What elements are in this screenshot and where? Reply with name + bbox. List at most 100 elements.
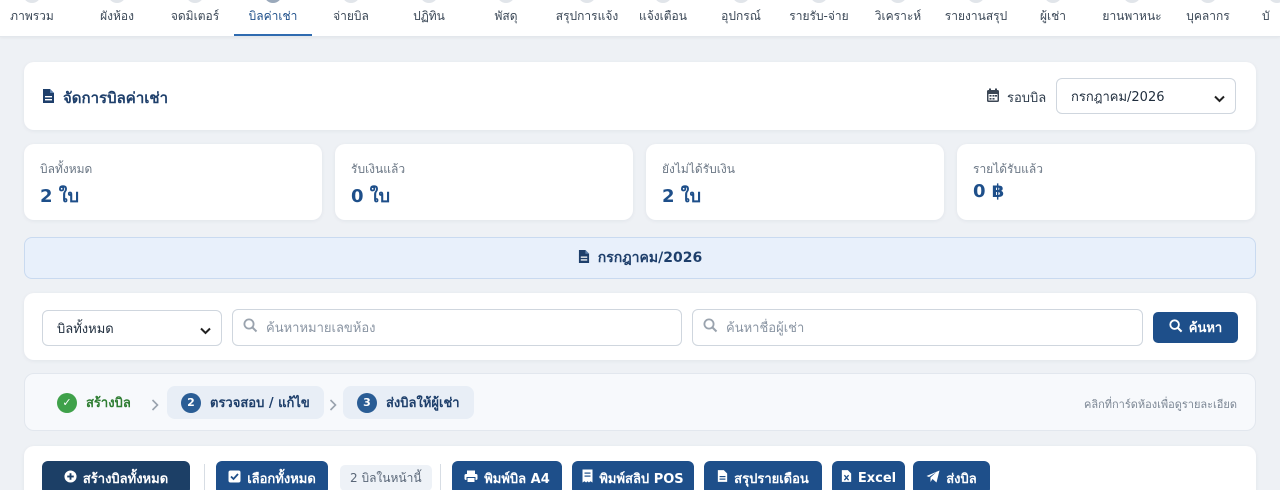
nav-tab-label: วิเคราะห์ — [874, 9, 922, 23]
stat-card-unpaid[interactable]: ยังไม่ได้รับเงิน 2 ใบ — [646, 144, 944, 220]
month-banner-text: กรกฎาคม/2026 — [597, 250, 703, 266]
stat-label: ยังไม่ได้รับเงิน — [662, 162, 735, 176]
bill-status-select[interactable]: บิลทั้งหมด — [42, 310, 222, 346]
select-all-label: เลือกทั้งหมด — [247, 471, 316, 487]
nav-tab-label: ผู้เช่า — [1039, 9, 1066, 23]
monthly-summary-label: สรุปรายเดือน — [734, 471, 809, 487]
nav-tab-label: ปฏิทิน — [413, 9, 445, 23]
stat-card-total-bills[interactable]: บิลทั้งหมด 2 ใบ — [24, 144, 322, 220]
plus-circle-icon — [64, 469, 77, 487]
send-bill-label: ส่งบิล — [946, 471, 977, 487]
stat-card-paid[interactable]: รับเงินแล้ว 0 ใบ — [335, 144, 633, 220]
stat-value: 0 ใบ — [351, 186, 391, 207]
step-number: 2 — [181, 392, 201, 413]
checkbox-icon — [228, 470, 241, 487]
nav-tab-pay-bill[interactable]: จ่ายบิล — [318, 0, 384, 36]
print-pos-slip-label: พิมพ์สลิป POS — [599, 471, 684, 487]
nav-tab-label: ภาพรวม — [10, 9, 54, 23]
print-a4-button[interactable]: พิมพ์บิล A4 — [452, 461, 562, 490]
chevron-down-icon — [200, 324, 211, 339]
top-nav: ภาพรวม ผังห้อง จดมิเตอร์ บิลค่าเช่า จ่าย… — [0, 0, 1280, 37]
room-search-placeholder: ค้นหาหมายเลขห้อง — [266, 321, 376, 336]
nav-tab-calendar[interactable]: ปฏิทิน — [396, 0, 462, 36]
stat-label: รับเงินแล้ว — [351, 162, 406, 176]
nav-tab-report-summary[interactable]: สรุปการแจ้ง — [548, 0, 626, 36]
nav-tab-vehicles[interactable]: ยานพาหนะ — [1096, 0, 1168, 36]
paper-plane-icon — [926, 470, 940, 487]
stat-value: 2 ใบ — [662, 186, 702, 207]
step-review-edit[interactable]: 2 ตรวจสอบ / แก้ไข — [167, 386, 324, 419]
billing-round-select[interactable]: กรกฎาคม/2026 — [1056, 78, 1236, 114]
nav-tab-label: รายงานสรุป — [944, 9, 1008, 23]
nav-tab-label: แจ้งเตือน — [639, 9, 687, 23]
search-icon — [703, 318, 718, 337]
divider — [440, 464, 441, 490]
stat-value: 0 ฿ — [973, 181, 1005, 202]
nav-tab-tenants[interactable]: ผู้เช่า — [1030, 0, 1076, 36]
nav-tab-equipment[interactable]: อุปกรณ์ — [710, 0, 772, 36]
stat-value: 2 ใบ — [40, 186, 80, 207]
step-label: สร้างบิล — [86, 396, 131, 411]
nav-tab-label: บิลค่าเช่า — [248, 9, 298, 23]
step-label: ส่งบิลให้ผู้เช่า — [386, 396, 460, 411]
nav-tab-parcels[interactable]: พัสดุ — [476, 0, 536, 36]
nav-tab-summary-report[interactable]: รายงานสรุป — [940, 0, 1012, 36]
check-icon: ✓ — [57, 392, 77, 413]
search-button-label: ค้นหา — [1188, 321, 1223, 336]
document-icon — [578, 249, 590, 268]
excel-export-button[interactable]: Excel — [832, 461, 905, 490]
billing-round-text: รอบบิล — [1007, 91, 1047, 106]
nav-tab-label: รายรับ-จ่าย — [789, 9, 849, 23]
steps-hint: คลิกที่การ์ดห้องเพื่อดูรายละเอียด — [1083, 398, 1237, 411]
filter-card: บิลทั้งหมด ค้นหาหมายเลขห้อง ค้นหาชื่อผู้… — [24, 293, 1256, 360]
select-all-button[interactable]: เลือกทั้งหมด — [216, 461, 328, 490]
document-icon — [42, 88, 55, 108]
step-create-bill[interactable]: ✓ สร้างบิล — [49, 386, 139, 419]
excel-export-label: Excel — [857, 470, 897, 486]
nav-tab-label: อุปกรณ์ — [721, 9, 761, 23]
nav-tab-analysis[interactable]: วิเคราะห์ — [866, 0, 930, 36]
nav-tab-staff[interactable]: บุคลากร — [1180, 0, 1236, 36]
chevron-right-icon — [151, 396, 159, 415]
bill-status-value: บิลทั้งหมด — [57, 321, 114, 337]
billing-round-value: กรกฎาคม/2026 — [1071, 89, 1165, 105]
nav-tab-overview[interactable]: ภาพรวม — [0, 0, 64, 36]
send-bill-button[interactable]: ส่งบิล — [913, 461, 990, 490]
document-icon — [717, 469, 728, 487]
step-send-bill[interactable]: 3 ส่งบิลให้ผู้เช่า — [343, 386, 474, 419]
billing-round-label: รอบบิล — [986, 87, 1046, 108]
nav-tab-meter[interactable]: จดมิเตอร์ — [160, 0, 230, 36]
stat-label: รายได้รับแล้ว — [973, 162, 1043, 176]
tenant-search-input[interactable]: ค้นหาชื่อผู้เช่า — [692, 309, 1143, 346]
nav-tab-income-expense[interactable]: รายรับ-จ่าย — [784, 0, 854, 36]
action-bar: สร้างบิลทั้งหมด เลือกทั้งหมด 2 บิลในหน้า… — [24, 446, 1256, 490]
search-icon — [1169, 318, 1183, 337]
nav-tab-notifications[interactable]: แจ้งเตือน — [632, 0, 694, 36]
printer-icon — [464, 470, 478, 487]
print-pos-slip-button[interactable]: พิมพ์สลิป POS — [572, 461, 694, 490]
step-number: 3 — [357, 392, 377, 413]
nav-tab-rent-bills[interactable]: บิลค่าเช่า — [234, 0, 312, 36]
monthly-summary-button[interactable]: สรุปรายเดือน — [704, 461, 822, 490]
chevron-right-icon — [329, 396, 337, 415]
page-title: จัดการบิลค่าเช่า — [42, 86, 168, 110]
room-search-input[interactable]: ค้นหาหมายเลขห้อง — [232, 309, 682, 346]
step-label: ตรวจสอบ / แก้ไข — [210, 396, 310, 411]
page-title-text: จัดการบิลค่าเช่า — [63, 89, 168, 107]
search-button[interactable]: ค้นหา — [1153, 312, 1238, 343]
nav-tab-label: พัสดุ — [494, 9, 518, 23]
page-header-card: จัดการบิลค่าเช่า รอบบิล กรกฎาคม/2026 — [24, 62, 1256, 130]
nav-tab-label: บั — [1262, 9, 1270, 23]
nav-tab-label: จ่ายบิล — [333, 9, 369, 23]
nav-tab-label: สรุปการแจ้ง — [555, 9, 619, 23]
nav-tab-overflow[interactable]: บั — [1262, 0, 1280, 36]
nav-tab-label: จดมิเตอร์ — [170, 9, 220, 23]
stat-card-income-received[interactable]: รายได้รับแล้ว 0 ฿ — [957, 144, 1255, 220]
nav-tab-room-map[interactable]: ผังห้อง — [82, 0, 152, 36]
excel-file-icon — [841, 469, 852, 487]
month-banner: กรกฎาคม/2026 — [24, 237, 1256, 279]
calendar-icon — [986, 88, 1000, 107]
search-icon — [243, 318, 258, 337]
print-a4-label: พิมพ์บิล A4 — [484, 471, 550, 487]
create-all-bills-button[interactable]: สร้างบิลทั้งหมด — [42, 461, 190, 490]
